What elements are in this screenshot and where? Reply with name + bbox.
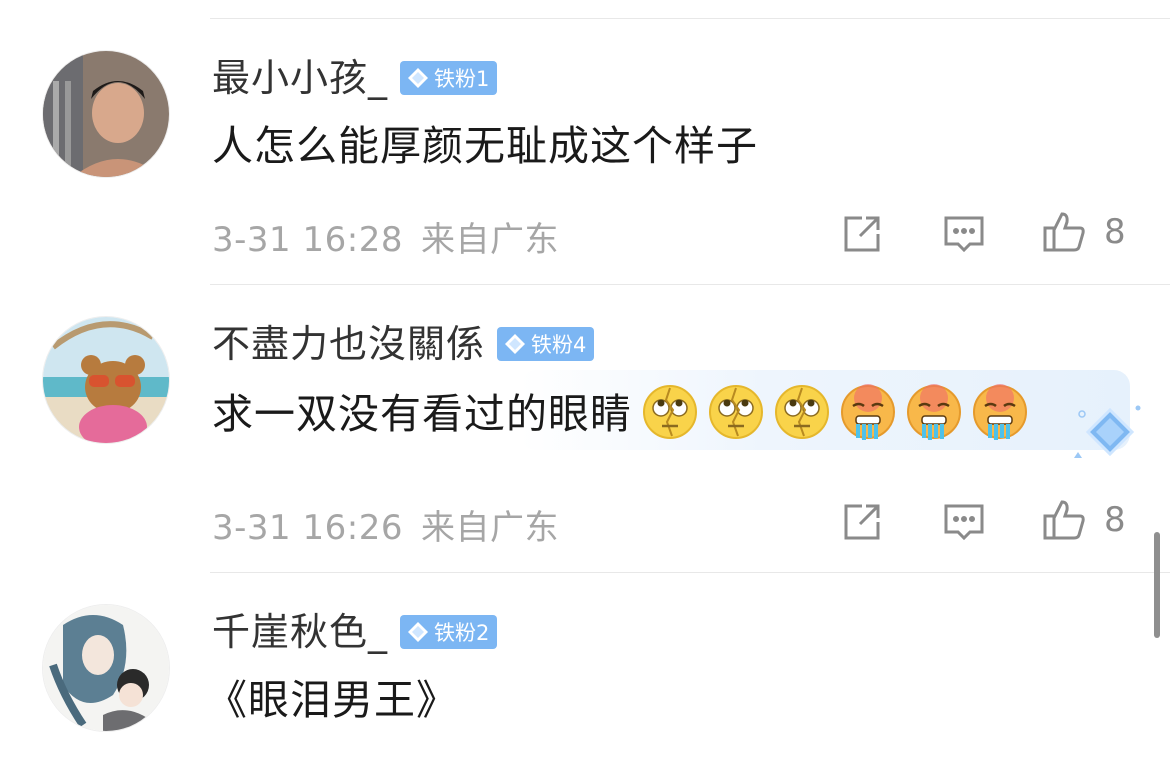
share-button[interactable] [840, 212, 884, 256]
comment-meta: 3-31 16:26 来自广东 [212, 500, 559, 549]
reply-button[interactable] [942, 212, 986, 256]
location: 来自广东 [420, 508, 559, 548]
comment-icon [944, 504, 984, 541]
avatar[interactable] [42, 316, 170, 444]
comment-text-content: 求一双没有看过的眼睛 [212, 390, 632, 438]
username[interactable]: 千崖秋色_ [212, 610, 388, 654]
fan-badge[interactable]: 铁粉2 [400, 615, 498, 649]
like-count: 8 [1104, 212, 1126, 252]
scrollbar[interactable] [1154, 532, 1160, 638]
share-icon [844, 504, 880, 540]
rolling-eyes-emoji [709, 385, 763, 439]
diamond-icon [505, 334, 526, 354]
comment-meta: 3-31 16:28 来自广东 [212, 212, 559, 261]
fan-badge[interactable]: 铁粉4 [497, 327, 595, 361]
diamond-sparkle-icon [1074, 405, 1141, 458]
comment-icon [944, 216, 984, 253]
timestamp: 3-31 16:26 [212, 508, 403, 548]
comment-text: 求一双没有看过的眼睛 [212, 384, 1028, 440]
comment-header: 最小小孩_ 铁粉1 [212, 56, 498, 100]
comment-divider [210, 284, 1170, 285]
drooling-emoji [907, 384, 961, 440]
like-button[interactable] [1042, 210, 1086, 254]
location: 来自广东 [420, 220, 559, 260]
share-button[interactable] [840, 500, 884, 544]
diamond-icon [408, 68, 429, 88]
comment-text: 人怎么能厚颜无耻成这个样子 [212, 122, 758, 170]
diamond-icon [408, 622, 429, 642]
comment-header: 不盡力也沒關係 铁粉4 [212, 322, 595, 366]
share-icon [844, 216, 880, 252]
username[interactable]: 最小小孩_ [212, 56, 388, 100]
drooling-emoji [841, 384, 895, 440]
thumbs-up-icon [1043, 500, 1085, 540]
badge-label: 铁粉4 [531, 333, 587, 357]
badge-label: 铁粉2 [434, 621, 490, 645]
comment-divider [210, 572, 1170, 573]
comment-header: 千崖秋色_ 铁粉2 [212, 610, 498, 654]
comment-text: 《眼泪男王》 [206, 676, 458, 724]
rolling-eyes-emoji [643, 385, 697, 439]
reply-button[interactable] [942, 500, 986, 544]
fan-badge[interactable]: 铁粉1 [400, 61, 498, 95]
like-count: 8 [1104, 500, 1126, 540]
thumbs-up-icon [1043, 212, 1085, 252]
username[interactable]: 不盡力也沒關係 [212, 322, 485, 366]
badge-label: 铁粉1 [434, 67, 490, 91]
avatar[interactable] [42, 50, 170, 178]
rolling-eyes-emoji [775, 385, 829, 439]
like-button[interactable] [1042, 498, 1086, 542]
top-divider [210, 18, 1170, 19]
drooling-emoji [973, 384, 1027, 440]
timestamp: 3-31 16:28 [212, 220, 403, 260]
avatar[interactable] [42, 604, 170, 732]
